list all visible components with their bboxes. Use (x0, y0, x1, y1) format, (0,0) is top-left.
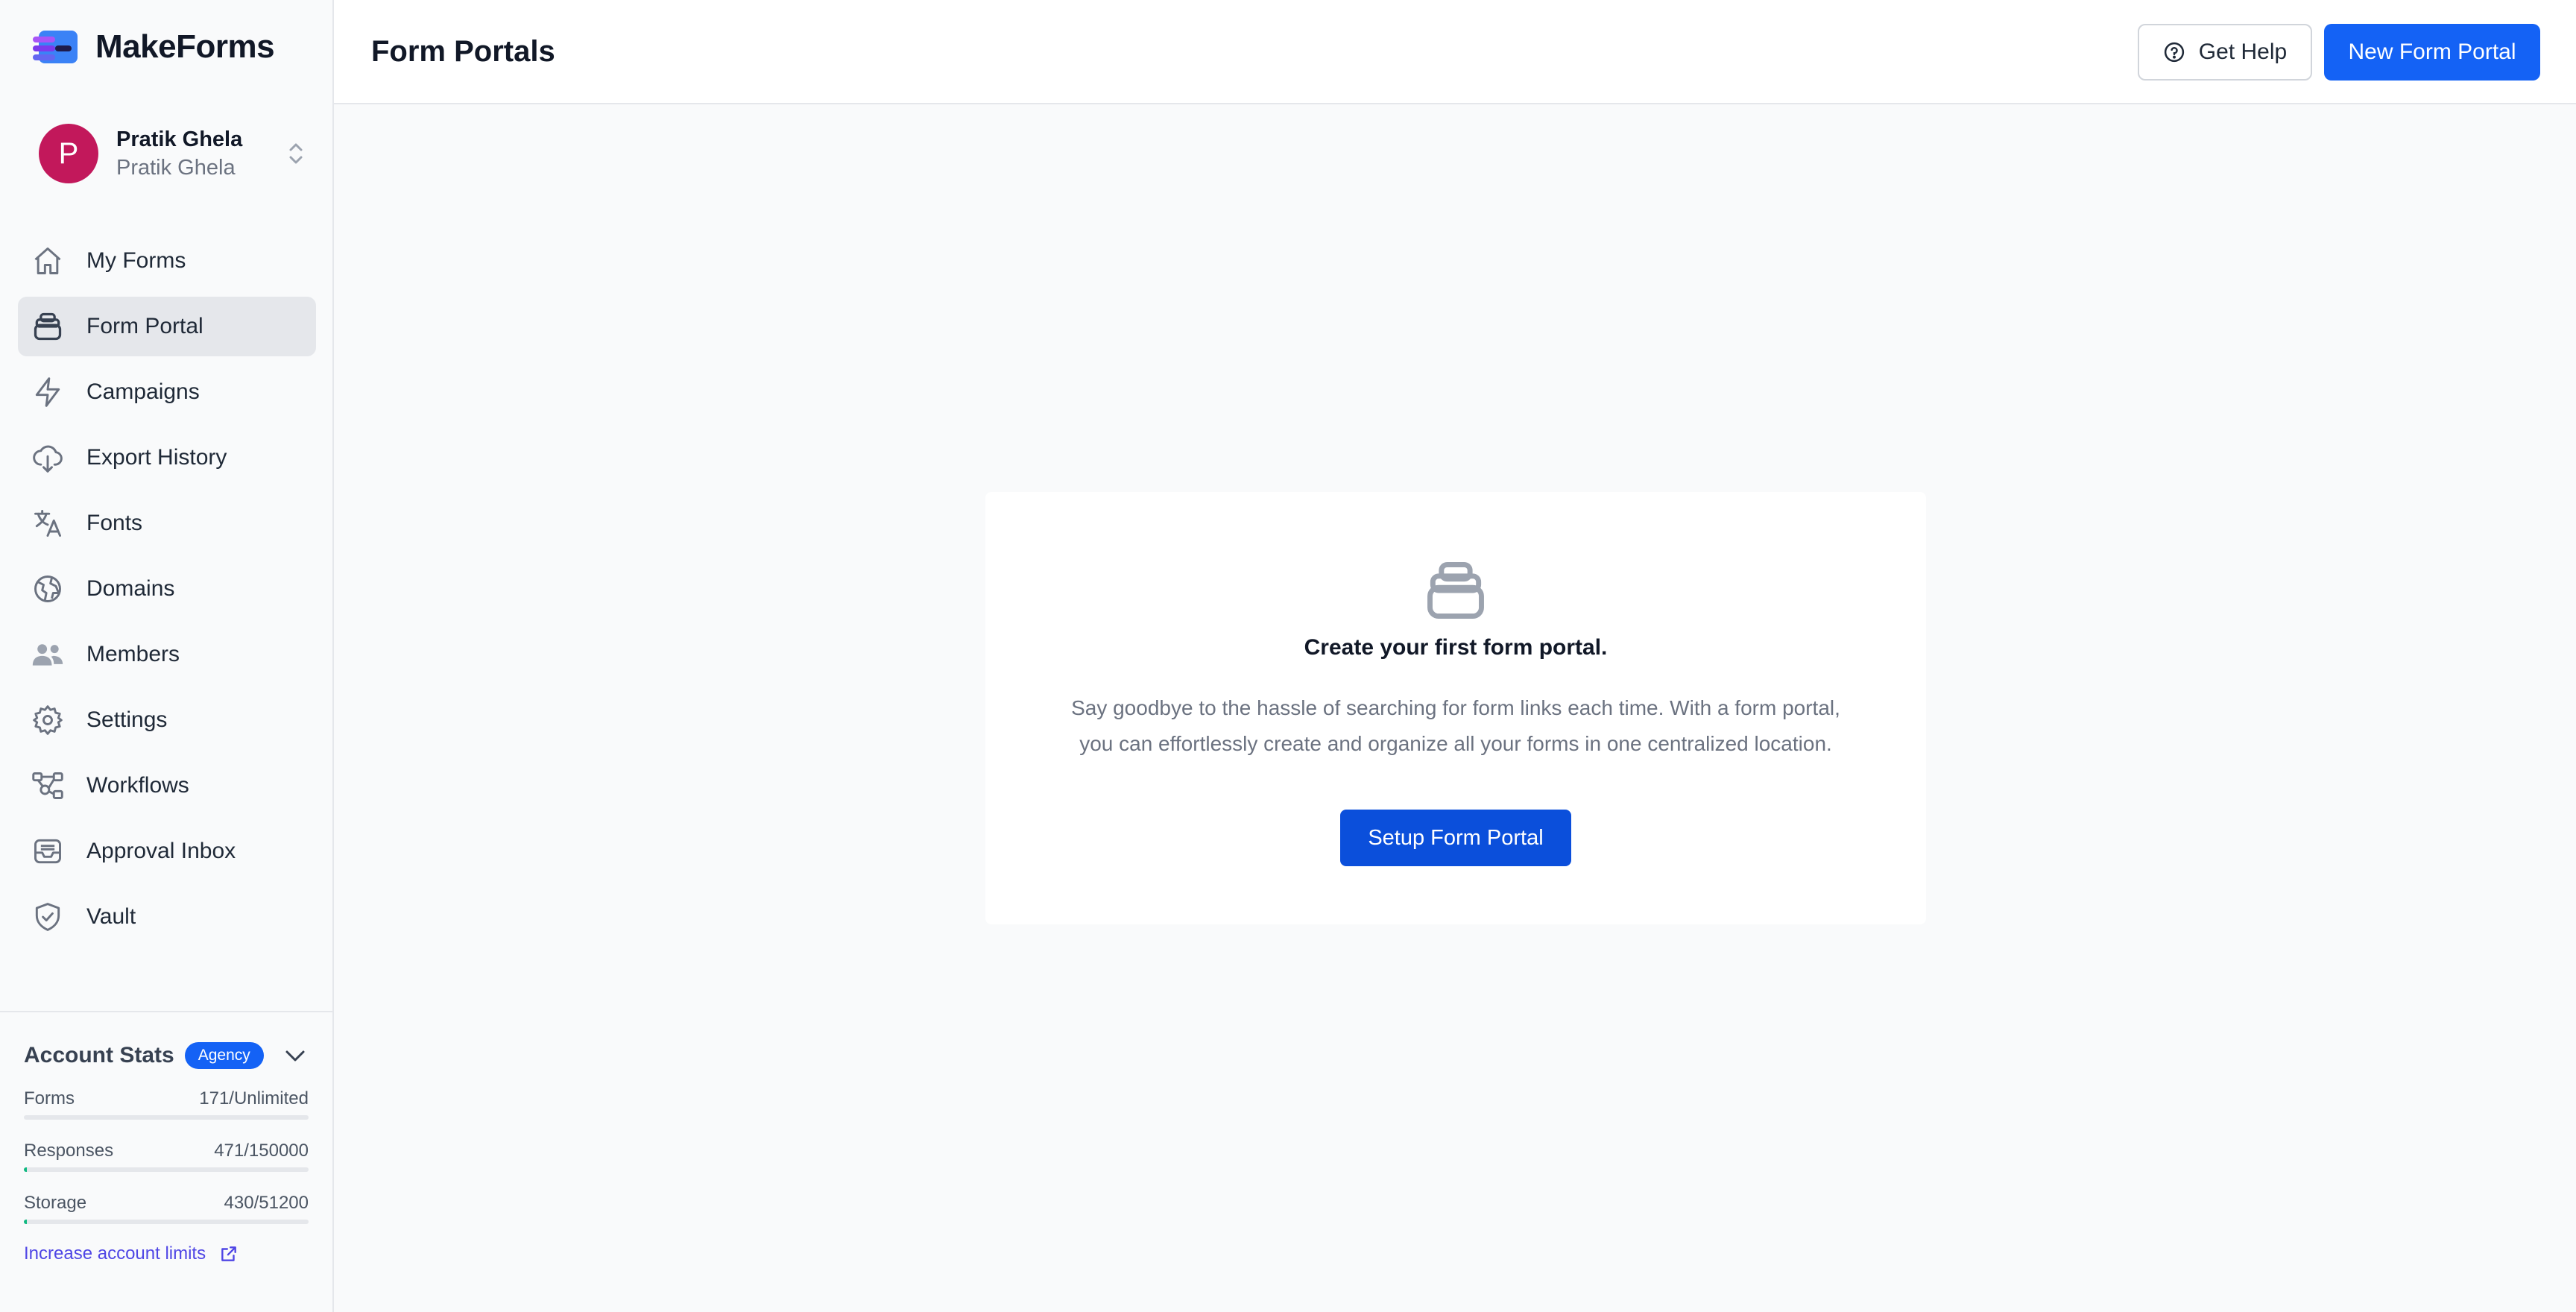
sidebar-item-workflows[interactable]: Workflows (18, 756, 316, 816)
account-stats-title: Account Stats (24, 1043, 174, 1067)
sidebar-item-vault[interactable]: Vault (18, 887, 316, 947)
chevron-down-icon[interactable] (282, 1042, 309, 1069)
stat-value: 471/150000 (214, 1141, 309, 1161)
sidebar-item-campaigns[interactable]: Campaigns (18, 362, 316, 422)
sidebar-item-form-portal[interactable]: Form Portal (18, 297, 316, 356)
increase-limits-label: Increase account limits (24, 1243, 206, 1264)
sidebar-item-label: My Forms (86, 248, 186, 273)
sidebar-item-label: Campaigns (86, 379, 200, 404)
portal-icon (30, 309, 66, 344)
sidebar-item-label: Settings (86, 707, 168, 732)
plan-badge: Agency (184, 1042, 264, 1069)
empty-state-description: Say goodbye to the hassle of searching f… (1030, 690, 1881, 762)
progress-fill (24, 1167, 27, 1172)
sidebar-item-export-history[interactable]: Export History (18, 428, 316, 488)
progress-bar (24, 1167, 309, 1172)
avatar: P (39, 124, 98, 183)
sidebar-item-label: Members (86, 642, 180, 666)
portal-icon (1427, 562, 1484, 619)
progress-bar (24, 1115, 309, 1120)
get-help-label: Get Help (2198, 40, 2288, 64)
setup-form-portal-button[interactable]: Setup Form Portal (1340, 810, 1571, 866)
account-text: Pratik Ghela Pratik Ghela (116, 125, 285, 182)
inbox-icon (30, 833, 66, 869)
progress-bar (24, 1220, 309, 1224)
makeforms-logo-icon (33, 31, 78, 63)
sidebar-item-my-forms[interactable]: My Forms (18, 231, 316, 291)
sidebar-item-label: Domains (86, 576, 175, 601)
sidebar-item-members[interactable]: Members (18, 625, 316, 684)
help-circle-icon (2164, 42, 2184, 63)
empty-state-description-line: Say goodbye to the hassle of searching f… (1071, 696, 1840, 719)
stat-label: Storage (24, 1193, 87, 1213)
page-title: Form Portals (371, 34, 555, 68)
stat-value: 171/Unlimited (199, 1088, 309, 1108)
shield-check-icon (30, 899, 66, 935)
sidebar-item-label: Workflows (86, 773, 189, 798)
translate-icon (30, 505, 66, 541)
brand[interactable]: MakeForms (33, 27, 275, 67)
account-name: Pratik Ghela (116, 127, 243, 151)
stat-label: Responses (24, 1141, 114, 1161)
increase-limits-link[interactable]: Increase account limits (24, 1243, 309, 1264)
sidebar-item-fonts[interactable]: Fonts (18, 493, 316, 553)
stat-label: Forms (24, 1088, 75, 1108)
lightning-icon (30, 374, 66, 410)
sidebar-item-label: Approval Inbox (86, 839, 236, 863)
sidebar-item-approval-inbox[interactable]: Approval Inbox (18, 821, 316, 881)
account-switcher[interactable]: P Pratik Ghela Pratik Ghela (39, 122, 307, 185)
empty-state-title: Create your first form portal. (1304, 635, 1608, 660)
chevron-up-down-icon (289, 143, 303, 164)
home-icon (30, 243, 66, 279)
sidebar: MakeForms P Pratik Ghela Pratik Ghela My… (0, 0, 334, 1312)
empty-state-description-line: you can effortlessly create and organize… (1079, 732, 1832, 755)
get-help-button[interactable]: Get Help (2138, 24, 2312, 81)
account-subtitle: Pratik Ghela (116, 156, 236, 180)
account-stats: Account Stats Agency Forms 171/Unlimited… (0, 1011, 332, 1312)
globe-icon (30, 571, 66, 607)
sidebar-item-label: Export History (86, 445, 227, 470)
external-link-icon (221, 1246, 236, 1261)
account-stats-header[interactable]: Account Stats Agency (24, 1039, 309, 1072)
sidebar-item-settings[interactable]: Settings (18, 690, 316, 750)
sidebar-item-label: Fonts (86, 511, 143, 535)
brand-name: MakeForms (95, 28, 275, 65)
users-icon (30, 637, 66, 672)
workflow-icon (30, 768, 66, 804)
stat-value: 430/51200 (224, 1193, 309, 1213)
stat-responses: Responses 471/150000 (24, 1139, 309, 1172)
empty-state-card: Create your first form portal. Say goodb… (985, 492, 1926, 924)
cloud-download-icon (30, 440, 66, 476)
sidebar-item-label: Form Portal (86, 314, 203, 338)
stat-storage: Storage 430/51200 (24, 1191, 309, 1224)
gear-icon (30, 702, 66, 738)
stat-forms: Forms 171/Unlimited (24, 1087, 309, 1120)
sidebar-item-label: Vault (86, 904, 136, 929)
new-form-portal-button[interactable]: New Form Portal (2324, 24, 2540, 81)
sidebar-item-domains[interactable]: Domains (18, 559, 316, 619)
progress-fill (24, 1220, 27, 1224)
sidebar-nav: My Forms Form Portal Campaigns Export Hi… (18, 231, 316, 953)
